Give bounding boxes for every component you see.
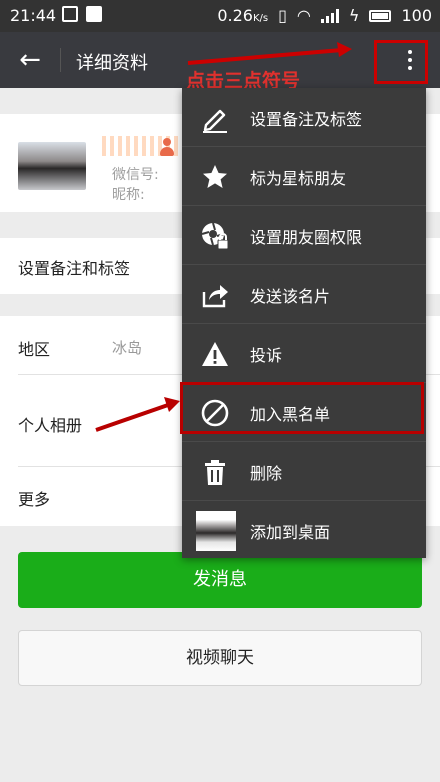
annotation-arrows — [95, 42, 352, 432]
arrow-to-blacklist — [95, 397, 180, 432]
arrow-to-menu-button — [187, 42, 352, 65]
